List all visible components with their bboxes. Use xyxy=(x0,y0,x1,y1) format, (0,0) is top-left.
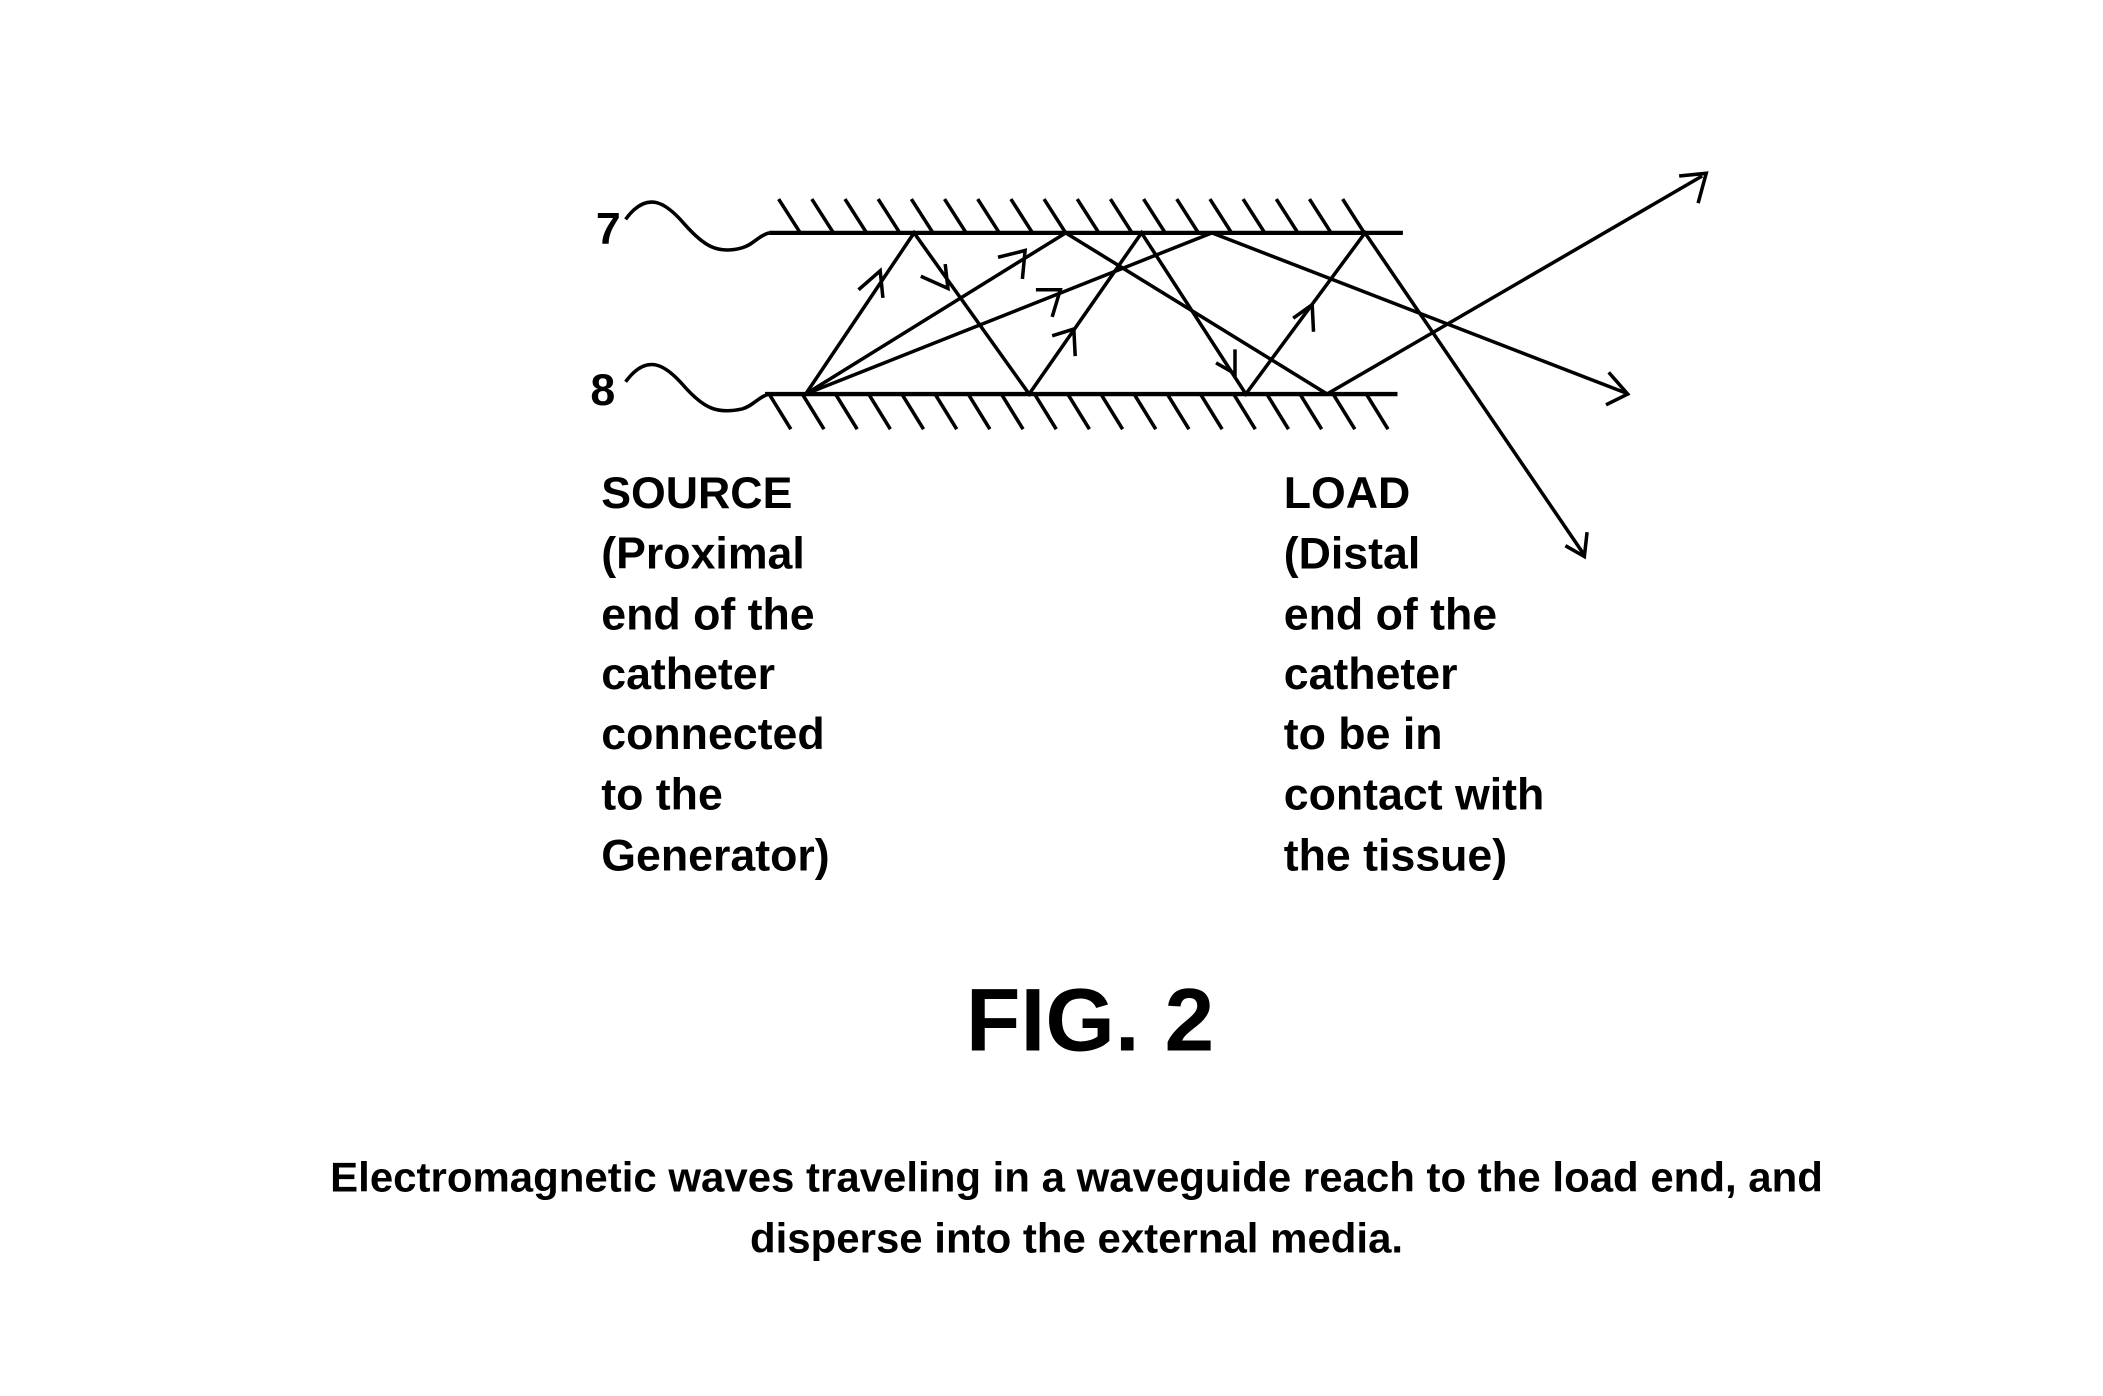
caption-line-1: Electromagnetic waves traveling in a wav… xyxy=(330,1154,1823,1201)
hatch-mark xyxy=(843,198,869,234)
load-line: catheter xyxy=(1284,650,1458,699)
load-line: end of the xyxy=(1284,591,1497,640)
source-line: connected xyxy=(601,710,824,759)
hatch-mark xyxy=(966,393,992,431)
hatch-mark xyxy=(1108,198,1134,234)
load-line: the tissue) xyxy=(1284,832,1507,881)
hatch-mark xyxy=(1033,393,1058,431)
hatch-mark xyxy=(1298,393,1324,431)
ray-3 xyxy=(805,231,1626,396)
load-label: LOAD (Distal end of the catheter to be i… xyxy=(1284,469,1545,881)
hatch-mark xyxy=(909,198,935,234)
source-line: (Proximal xyxy=(601,530,805,579)
source-line: catheter xyxy=(601,650,775,699)
load-heading: LOAD xyxy=(1284,469,1411,518)
hatch-mark xyxy=(1165,393,1191,431)
top-wall-hatching xyxy=(777,198,1366,234)
caption-line-2: disperse into the external media. xyxy=(750,1214,1403,1261)
hatch-mark xyxy=(1066,393,1091,431)
hatch-mark xyxy=(867,393,892,431)
hatch-mark xyxy=(1331,393,1357,431)
leader-line-7 xyxy=(624,200,770,252)
source-label: SOURCE (Proximal end of the catheter con… xyxy=(601,469,829,881)
hatch-mark xyxy=(810,198,835,234)
hatch-mark xyxy=(1132,393,1158,431)
hatch-mark xyxy=(1099,393,1125,431)
hatch-mark xyxy=(876,198,902,234)
source-line: end of the xyxy=(601,591,814,640)
hatch-mark xyxy=(1241,198,1267,234)
hatch-mark xyxy=(1142,198,1167,234)
hatch-mark xyxy=(1042,198,1068,234)
hatch-mark xyxy=(900,393,926,431)
hatch-mark xyxy=(767,393,793,431)
load-line: (Distal xyxy=(1284,530,1421,579)
hatch-mark xyxy=(1232,393,1257,431)
hatch-mark xyxy=(1307,198,1333,234)
hatch-mark xyxy=(1265,393,1290,431)
source-line: Generator) xyxy=(601,832,829,881)
hatch-mark xyxy=(1198,393,1224,431)
hatch-mark xyxy=(999,393,1025,431)
load-line: contact with xyxy=(1284,771,1545,820)
ref-numeral-7: 7 xyxy=(596,205,621,254)
hatch-mark xyxy=(834,393,859,431)
hatch-mark xyxy=(1274,198,1300,234)
bottom-wall-hatching xyxy=(767,393,1390,431)
source-heading: SOURCE xyxy=(601,469,792,518)
source-line: to the xyxy=(601,771,723,820)
hatch-mark xyxy=(800,393,826,431)
hatch-mark xyxy=(1009,198,1035,234)
load-line: to be in xyxy=(1284,710,1443,759)
hatch-mark xyxy=(1075,198,1101,234)
hatch-mark xyxy=(976,198,1001,234)
ref-numeral-8: 8 xyxy=(590,366,615,415)
waveguide-figure: 7 8 SOURCE (Proximal end of the catheter… xyxy=(330,171,1823,1261)
figure-label: FIG. 2 xyxy=(966,970,1214,1070)
hatch-mark xyxy=(1208,198,1234,234)
hatch-mark xyxy=(1341,198,1366,234)
hatch-mark xyxy=(777,198,802,234)
hatch-mark xyxy=(1175,198,1200,234)
hatch-mark xyxy=(933,393,959,431)
hatch-mark xyxy=(1364,393,1390,431)
leader-line-8 xyxy=(624,362,770,413)
hatch-mark xyxy=(943,198,968,234)
